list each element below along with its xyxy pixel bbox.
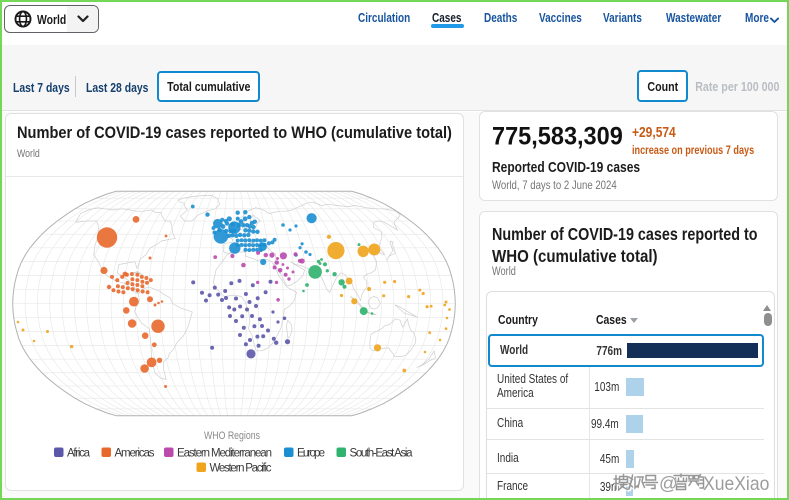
svg-text:WHO Regions: WHO Regions xyxy=(204,430,260,442)
svg-text:Eastern Mediterranean: Eastern Mediterranean xyxy=(177,448,272,460)
svg-text:South-East Asia: South-East Asia xyxy=(350,448,414,460)
svg-text:Western Pacific: Western Pacific xyxy=(210,463,272,475)
svg-text:Europe: Europe xyxy=(297,448,325,460)
svg-text:Africa: Africa xyxy=(67,448,91,460)
svg-text:Americas: Americas xyxy=(115,448,155,460)
svg-text:@: @ xyxy=(659,473,678,494)
svg-text:XueXiao: XueXiao xyxy=(703,472,769,494)
